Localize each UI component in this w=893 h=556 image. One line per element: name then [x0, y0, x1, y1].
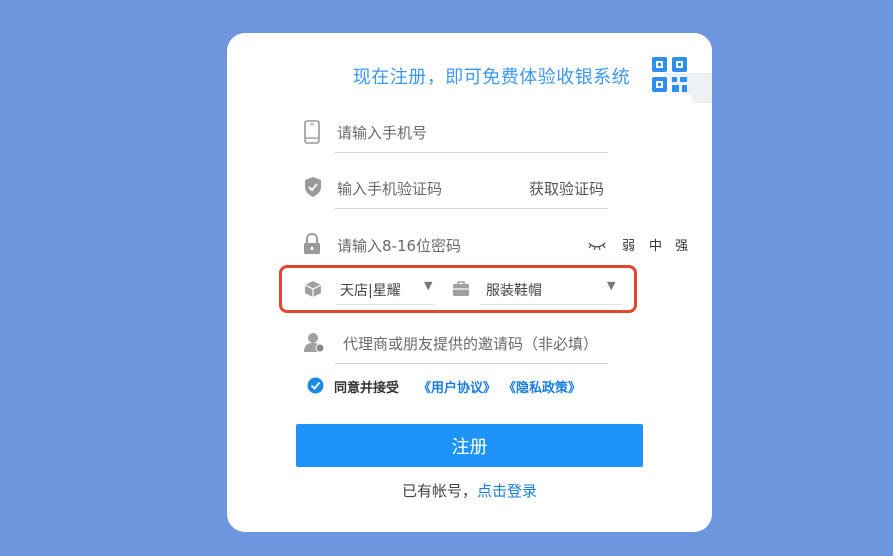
- chevron-down-icon: ▼: [607, 279, 616, 292]
- strength-weak: 弱: [622, 239, 636, 254]
- code-row: 获取验证码: [305, 168, 608, 210]
- register-button[interactable]: 注册: [296, 424, 643, 467]
- password-tools: 弱 中 强: [587, 235, 697, 255]
- register-card: 现在注册，即可免费体验收银系统 获取验证码: [227, 33, 712, 532]
- agreement-label: 同意并接受: [334, 381, 400, 396]
- store-select-value: 天店|星耀: [340, 283, 401, 299]
- login-prompt: 已有帐号，点击登录: [227, 480, 712, 501]
- phone-input[interactable]: [335, 112, 612, 154]
- industry-select-value: 服装鞋帽: [486, 283, 542, 299]
- agree-checkbox[interactable]: [307, 377, 324, 398]
- user-agreement-link[interactable]: 《用户协议》: [418, 377, 496, 396]
- lock-icon: [303, 232, 323, 255]
- select-underline: [336, 304, 434, 305]
- user-icon: [303, 331, 325, 353]
- privacy-policy-link[interactable]: 《隐私政策》: [503, 377, 581, 396]
- login-link[interactable]: 点击登录: [477, 482, 537, 500]
- shield-icon: [303, 176, 323, 198]
- eye-closed-icon[interactable]: [587, 237, 607, 256]
- cube-icon: [304, 280, 322, 302]
- login-prefix: 已有帐号，: [401, 482, 477, 500]
- check-circle-icon: [307, 377, 324, 394]
- phone-row: [304, 112, 612, 154]
- store-select[interactable]: 天店|星耀 ▼: [304, 276, 434, 305]
- store-industry-select-group: 天店|星耀 ▼ 服装鞋帽 ▼: [279, 265, 637, 313]
- password-input[interactable]: [335, 225, 612, 267]
- strength-medium: 中: [649, 239, 663, 254]
- chevron-down-icon: ▼: [424, 279, 433, 292]
- invite-row: [304, 323, 612, 365]
- select-underline: [480, 304, 622, 305]
- invite-code-input[interactable]: [341, 323, 612, 365]
- page-title: 现在注册，即可免费体验收银系统: [352, 67, 631, 88]
- password-row: [304, 225, 612, 267]
- phone-icon: [303, 120, 323, 144]
- get-code-button[interactable]: 获取验证码: [529, 178, 604, 199]
- industry-select[interactable]: 服装鞋帽 ▼: [452, 276, 622, 305]
- verification-code-input[interactable]: [335, 168, 519, 210]
- briefcase-icon: [452, 280, 470, 302]
- strength-strong: 强: [675, 239, 689, 254]
